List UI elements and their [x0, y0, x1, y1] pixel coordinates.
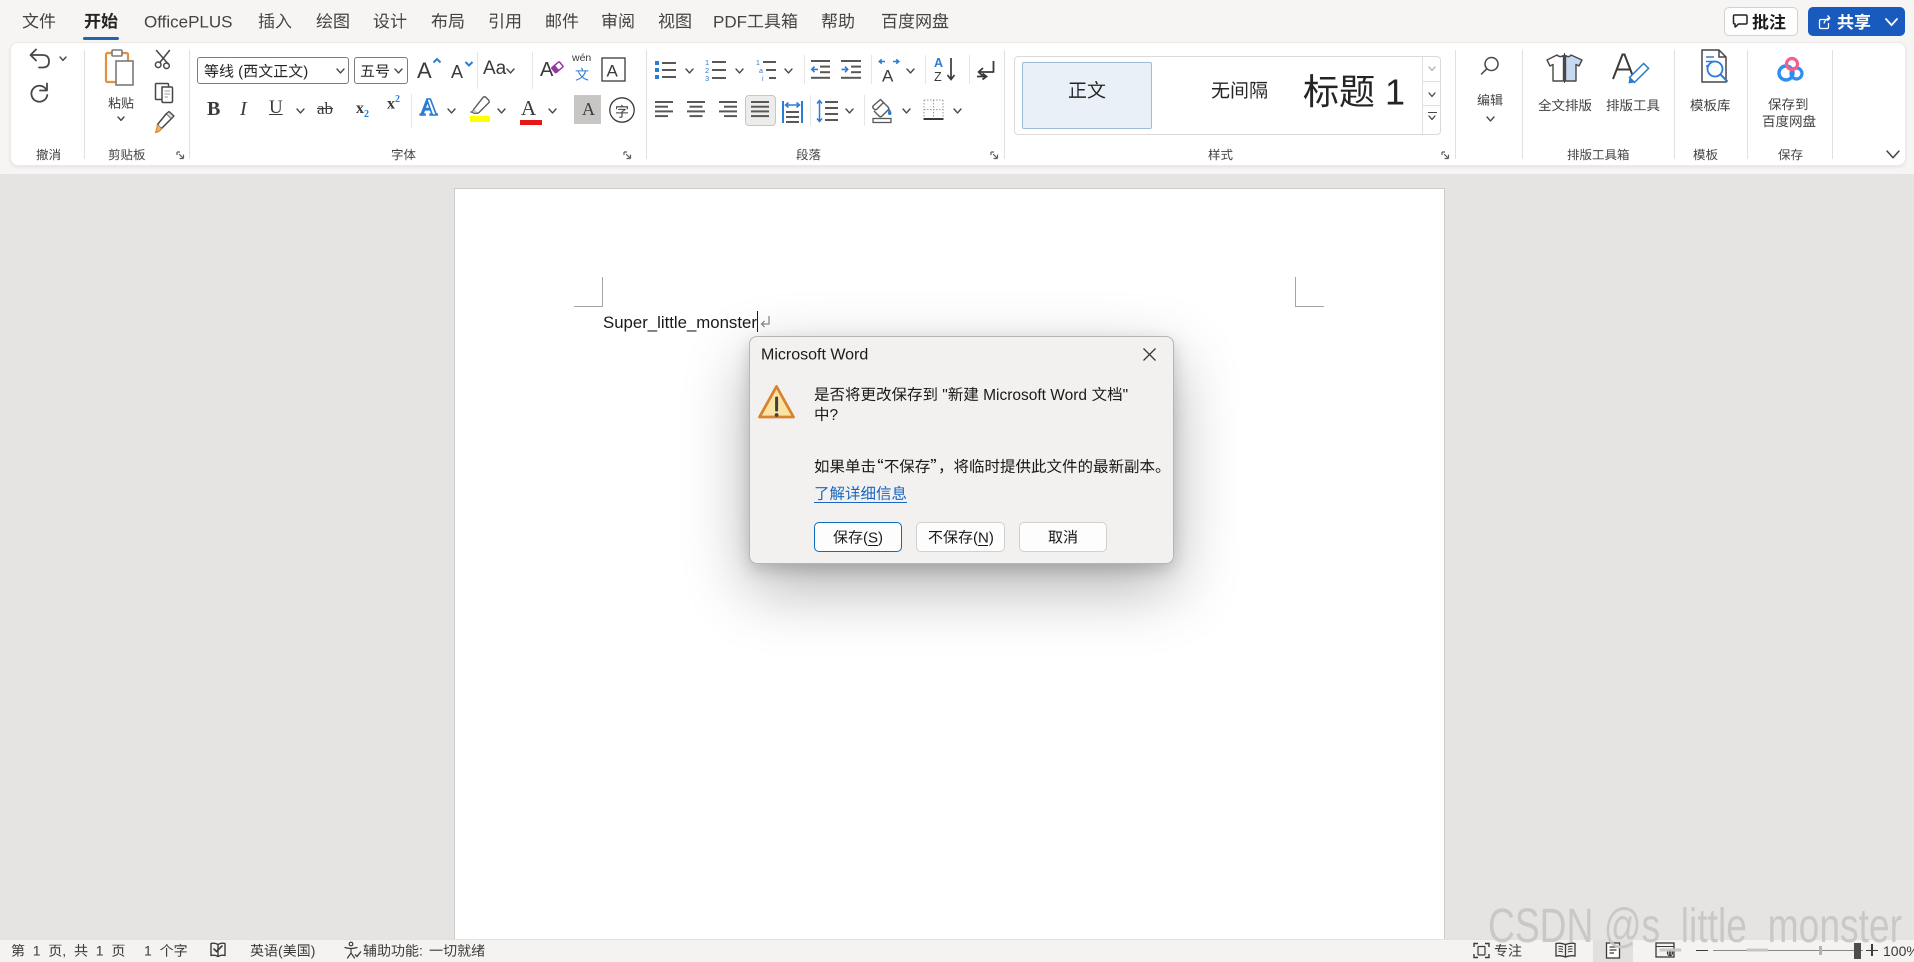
svg-text:PDF: PDF	[713, 12, 747, 31]
svg-text:": "	[938, 387, 948, 404]
svg-text:(S): (S)	[863, 529, 883, 546]
svg-text:3: 3	[705, 74, 709, 83]
svg-text:Microsoft Word: Microsoft Word	[761, 346, 868, 363]
svg-text:OfficePLUS: OfficePLUS	[144, 12, 233, 31]
svg-text:,: ,	[62, 943, 74, 959]
svg-text:): )	[311, 943, 316, 959]
svg-text:1: 1	[144, 943, 160, 959]
svg-text:): )	[303, 64, 308, 81]
svg-text:Z: Z	[934, 70, 942, 84]
svg-text::: :	[419, 943, 429, 959]
svg-text:A: A	[451, 62, 463, 82]
svg-text:(: (	[234, 64, 243, 81]
svg-text:i: i	[762, 76, 764, 83]
svg-text:1: 1	[88, 943, 111, 959]
svg-text:1: 1	[25, 943, 48, 959]
svg-text:A: A	[540, 59, 554, 81]
svg-text:(: (	[278, 943, 283, 959]
svg-text:A: A	[417, 58, 432, 83]
svg-text:A: A	[882, 67, 894, 86]
svg-text:A: A	[934, 56, 943, 70]
svg-text:1: 1	[1375, 71, 1405, 112]
svg-text:a: a	[759, 68, 763, 75]
svg-text:A: A	[607, 62, 619, 81]
svg-text:(N): (N)	[973, 529, 994, 546]
svg-text:Microsoft Word: Microsoft Word	[979, 387, 1092, 404]
svg-text:": "	[1123, 387, 1129, 404]
svg-text:?: ?	[830, 407, 839, 424]
svg-text:1: 1	[756, 60, 760, 67]
